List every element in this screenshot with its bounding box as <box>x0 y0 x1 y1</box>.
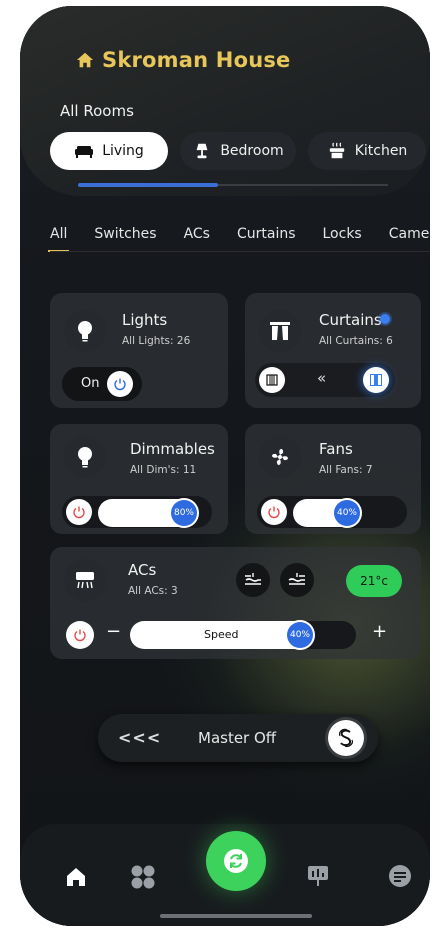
room-tab-label: Kitchen <box>354 143 408 159</box>
stove-icon <box>329 142 344 159</box>
curtain-controls: « <box>255 363 395 397</box>
speed-increase-button[interactable]: + <box>372 621 387 642</box>
speed-decrease-button[interactable]: − <box>106 621 121 642</box>
room-scroll-fill <box>78 183 218 187</box>
phone-frame: Skroman House All Rooms Living Bedroom K… <box>20 6 430 926</box>
toggle-label: On <box>81 376 100 391</box>
tab-locks[interactable]: Locks <box>323 226 362 242</box>
brand: Skroman House <box>76 48 290 72</box>
swipe-arrows: <<< <box>118 728 162 747</box>
card-title: Lights <box>122 311 168 329</box>
card-subtitle: All ACs: 3 <box>128 585 178 597</box>
speed-label: Speed <box>204 628 239 641</box>
home-icon <box>76 52 94 68</box>
card-subtitle: All Curtains: 6 <box>319 335 393 347</box>
rooms-heading: All Rooms <box>60 102 134 120</box>
home-indicator <box>160 914 312 918</box>
fans-card[interactable]: Fans All Fans: 7 40% <box>245 424 421 534</box>
card-subtitle: All Fans: 7 <box>319 464 373 476</box>
sofa-icon <box>75 146 94 158</box>
card-title: ACs <box>128 561 157 579</box>
room-tab-kitchen[interactable]: Kitchen <box>308 132 426 170</box>
curtain-icon <box>259 310 301 352</box>
wave-high-icon <box>288 573 305 585</box>
power-icon[interactable] <box>66 499 92 525</box>
skroman-logo-icon[interactable] <box>328 720 364 756</box>
tab-all[interactable]: All <box>47 226 70 252</box>
room-scroll-indicator <box>78 183 388 187</box>
dimmer-slider[interactable]: 80% <box>98 499 198 527</box>
devices-nav-icon[interactable] <box>130 864 156 894</box>
bulb-icon <box>64 310 106 352</box>
curtain-closed-icon <box>266 374 278 386</box>
card-subtitle: All Lights: 26 <box>122 335 191 347</box>
tab-camera[interactable]: Camera <box>389 226 430 242</box>
home-nav-icon[interactable] <box>65 866 87 892</box>
master-off-slider[interactable]: <<< Master Off <box>98 714 378 762</box>
lights-card[interactable]: Lights All Lights: 26 On <box>50 293 228 408</box>
slider-knob[interactable]: 80% <box>171 500 197 526</box>
room-tab-label: Living <box>102 143 144 159</box>
category-tabs: All Switches ACs Curtains Locks Camera <box>47 226 430 252</box>
room-tab-label: Bedroom <box>220 143 284 159</box>
room-tabs: Living Bedroom Kitchen <box>50 132 426 170</box>
refresh-button[interactable] <box>206 831 266 891</box>
acs-card[interactable]: ACs All ACs: 3 21°c − Speed 40% + <box>50 547 421 659</box>
curtain-close-button[interactable] <box>259 367 285 393</box>
menu-nav-icon[interactable] <box>388 864 412 892</box>
power-icon[interactable] <box>261 499 287 525</box>
screen: Skroman House All Rooms Living Bedroom K… <box>20 6 430 926</box>
ac-mode-button[interactable] <box>236 563 270 597</box>
status-dot <box>380 314 390 324</box>
slider-knob[interactable]: 40% <box>334 500 360 526</box>
power-icon[interactable] <box>66 621 94 649</box>
tab-curtains[interactable]: Curtains <box>237 226 296 242</box>
curtain-open-arrows[interactable]: « <box>317 369 326 387</box>
lights-toggle[interactable]: On <box>62 367 142 401</box>
category-divider <box>50 251 430 252</box>
fan-icon <box>259 436 301 478</box>
refresh-icon <box>224 849 248 873</box>
ac-swing-button[interactable] <box>280 563 314 597</box>
power-icon <box>107 371 133 397</box>
tab-switches[interactable]: Switches <box>94 226 156 242</box>
card-title: Dimmables <box>130 440 215 458</box>
tab-acs[interactable]: ACs <box>184 226 210 242</box>
curtains-card[interactable]: Curtains All Curtains: 6 « <box>245 293 421 408</box>
speed-slider[interactable]: Speed 40% <box>130 621 314 649</box>
card-title: Fans <box>319 440 353 458</box>
master-label: Master Off <box>198 729 277 747</box>
presentation-nav-icon[interactable] <box>306 864 330 892</box>
wave-low-icon <box>245 573 261 585</box>
bulb-icon <box>64 436 106 478</box>
ac-icon <box>64 559 106 601</box>
curtain-open-icon <box>370 374 382 386</box>
card-subtitle: All Dim's: 11 <box>130 464 197 476</box>
lamp-icon <box>196 143 208 159</box>
dimmables-card[interactable]: Dimmables All Dim's: 11 80% <box>50 424 228 534</box>
temperature-badge[interactable]: 21°c <box>346 565 402 597</box>
room-tab-living[interactable]: Living <box>50 132 168 170</box>
curtain-open-button[interactable] <box>363 367 389 393</box>
card-title: Curtains <box>319 311 382 329</box>
brand-title: Skroman House <box>102 48 291 72</box>
slider-knob[interactable]: 40% <box>287 622 313 648</box>
room-tab-bedroom[interactable]: Bedroom <box>180 132 296 170</box>
fan-slider[interactable]: 40% <box>293 499 361 527</box>
